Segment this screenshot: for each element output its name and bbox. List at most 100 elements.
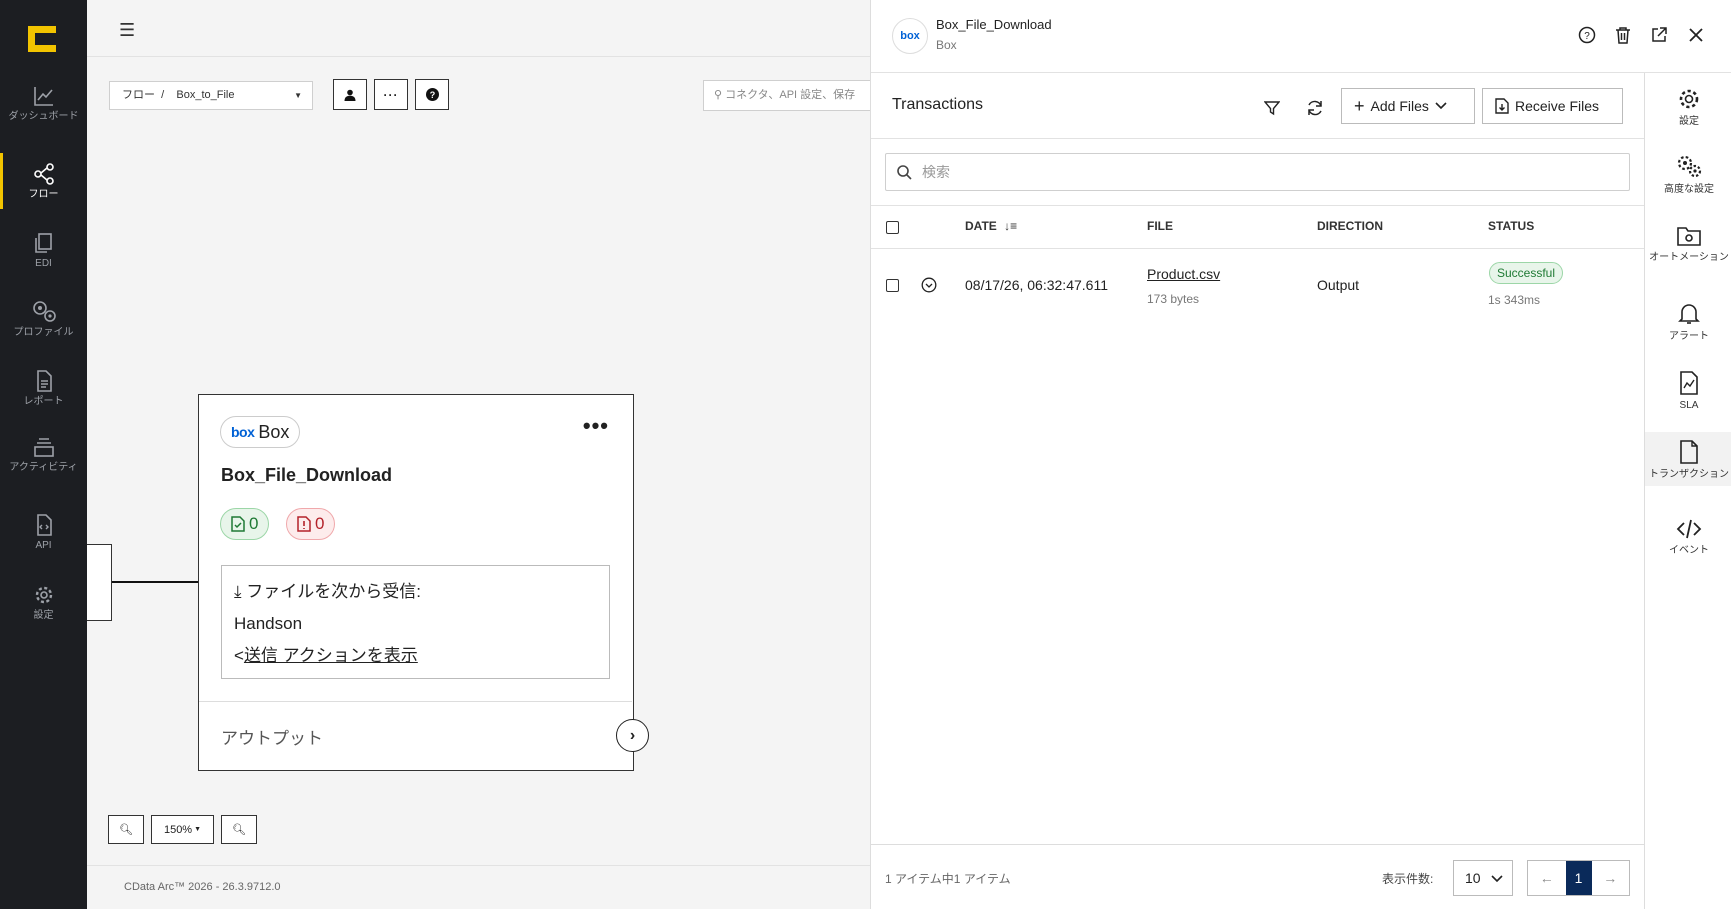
more-icon: ···: [383, 87, 399, 102]
upstream-node-stub[interactable]: [87, 544, 112, 621]
rail-item-events[interactable]: イベント: [1645, 518, 1731, 556]
select-all-checkbox[interactable]: [886, 221, 899, 234]
code-icon: [1676, 519, 1702, 539]
expand-row-icon[interactable]: [921, 277, 937, 298]
column-header-direction[interactable]: DIRECTION: [1317, 219, 1383, 233]
add-files-button[interactable]: + Add Files: [1341, 88, 1475, 124]
more-options-button[interactable]: ···: [374, 79, 408, 110]
nav-label: 設定: [33, 610, 54, 621]
nav-item-edi[interactable]: EDI: [0, 232, 87, 269]
arrow-left-icon: ←: [1539, 870, 1554, 886]
hamburger-icon[interactable]: ☰: [119, 20, 135, 41]
rail-label: 設定: [1679, 116, 1699, 127]
close-icon[interactable]: [1685, 24, 1707, 46]
edi-icon: [34, 233, 52, 253]
chevron-down-icon: [1491, 875, 1503, 883]
node-more-icon[interactable]: •••: [583, 413, 609, 439]
row-file-link[interactable]: Product.csv: [1147, 266, 1220, 282]
nav-item-settings[interactable]: 設定: [0, 584, 87, 621]
user-button[interactable]: [333, 79, 367, 110]
profile-icon: [32, 301, 56, 322]
show-send-action-link[interactable]: <送信 アクションを表示: [234, 640, 597, 672]
flow-canvas[interactable]: ☰ フロー / Box_to_File ▼ ··· ? ⚲ コネクタ、API 設…: [87, 0, 873, 909]
nav-item-activity[interactable]: アクティビティ: [0, 436, 87, 473]
connector-type-label: Box: [258, 422, 290, 442]
rail-item-transactions[interactable]: トランザクション: [1645, 432, 1731, 486]
nav-label: アクティビティ: [9, 462, 78, 473]
zoom-out-icon: 🔍︎: [232, 824, 246, 836]
open-external-icon[interactable]: [1648, 24, 1670, 46]
folder-gear-icon: [1677, 227, 1701, 246]
nav-item-flow[interactable]: フロー: [0, 153, 87, 209]
nav-label: レポート: [23, 396, 64, 407]
row-date: 08/17/26, 06:32:47.611: [965, 277, 1108, 293]
chevron-right-icon: ›: [629, 726, 636, 744]
search-divider: [871, 205, 1644, 206]
rail-item-sla[interactable]: SLA: [1645, 371, 1731, 411]
nav-item-profile[interactable]: プロファイル: [0, 299, 87, 338]
success-count-badge[interactable]: 0: [220, 508, 270, 540]
help-button[interactable]: ?: [415, 79, 449, 110]
next-page-button[interactable]: →: [1592, 861, 1630, 895]
flow-breadcrumb-select[interactable]: フロー / Box_to_File ▼: [109, 81, 313, 110]
node-output-label: アウトプット: [221, 729, 323, 748]
refresh-icon[interactable]: [1304, 97, 1326, 119]
panel-subtitle: Box: [936, 38, 957, 52]
file-error-icon: [297, 516, 311, 532]
prev-page-button[interactable]: ←: [1528, 861, 1566, 895]
rail-item-alerts[interactable]: アラート: [1645, 302, 1731, 342]
rail-item-advanced-settings[interactable]: 高度な設定: [1645, 153, 1731, 195]
arrow-right-icon: →: [1603, 870, 1618, 886]
nav-label: ダッシュボード: [8, 111, 79, 122]
pagination: ← 1 →: [1527, 860, 1630, 896]
filter-icon[interactable]: [1261, 97, 1283, 119]
download-icon: ⤓: [234, 582, 242, 601]
cdata-logo[interactable]: [28, 26, 56, 52]
receive-files-label: Receive Files: [1515, 98, 1600, 114]
trash-icon[interactable]: [1612, 24, 1634, 46]
per-page-select[interactable]: 10: [1453, 860, 1513, 896]
nav-item-dashboard[interactable]: ダッシュボード: [0, 85, 87, 122]
nav-item-api[interactable]: API: [0, 514, 87, 551]
footer-divider: [871, 844, 1644, 845]
zoom-out-button[interactable]: 🔍︎: [221, 815, 257, 844]
breadcrumb-text: フロー / Box_to_File: [122, 89, 235, 101]
current-page-button[interactable]: 1: [1565, 861, 1592, 895]
error-count-badge[interactable]: 0: [286, 508, 336, 540]
file-check-icon: [231, 516, 245, 532]
nav-label: フロー: [28, 189, 59, 200]
caret-down-icon: ▼: [194, 826, 202, 833]
per-page-value: 10: [1465, 870, 1481, 886]
transaction-search-input[interactable]: 検索: [885, 153, 1630, 191]
node-divider: [199, 701, 632, 702]
report-icon: [36, 370, 52, 392]
column-header-status[interactable]: STATUS: [1488, 219, 1534, 233]
connector-search-input[interactable]: ⚲ コネクタ、API 設定、保存: [703, 80, 873, 111]
column-header-date[interactable]: DATE ↓≡: [965, 219, 1017, 233]
rail-label: オートメーション: [1649, 252, 1729, 263]
zoom-in-button[interactable]: 🔍︎: [108, 815, 144, 844]
user-icon: [344, 89, 356, 101]
show-send-action-text: 送信 アクションを表示: [243, 646, 418, 665]
output-port-button[interactable]: ›: [616, 719, 649, 752]
rail-label: アラート: [1669, 331, 1709, 342]
sort-desc-icon: ↓≡: [1004, 219, 1018, 233]
file-icon: [1680, 440, 1698, 464]
box-connector-node[interactable]: box Box ••• Box_File_Download 0 0 ⤓ ファイル…: [198, 394, 634, 771]
gears-icon: [1677, 155, 1702, 178]
receive-files-button[interactable]: Receive Files: [1482, 88, 1623, 124]
svg-text:?: ?: [1584, 31, 1590, 42]
zoom-in-icon: 🔍︎: [119, 824, 133, 836]
row-duration: 1s 343ms: [1488, 293, 1541, 307]
help-icon[interactable]: ?: [1576, 24, 1598, 46]
per-page-label: 表示件数:: [1382, 872, 1434, 886]
receive-source: Handson: [234, 614, 303, 633]
zoom-level-select[interactable]: 150% ▼: [151, 815, 214, 844]
rail-item-settings[interactable]: 設定: [1645, 87, 1731, 127]
search-placeholder: コネクタ、API 設定、保存: [725, 89, 856, 101]
nav-item-report[interactable]: レポート: [0, 370, 87, 407]
nav-label: EDI: [35, 258, 52, 269]
rail-item-automation[interactable]: オートメーション: [1645, 225, 1731, 263]
column-header-file[interactable]: FILE: [1147, 219, 1173, 233]
row-checkbox[interactable]: [886, 279, 899, 292]
